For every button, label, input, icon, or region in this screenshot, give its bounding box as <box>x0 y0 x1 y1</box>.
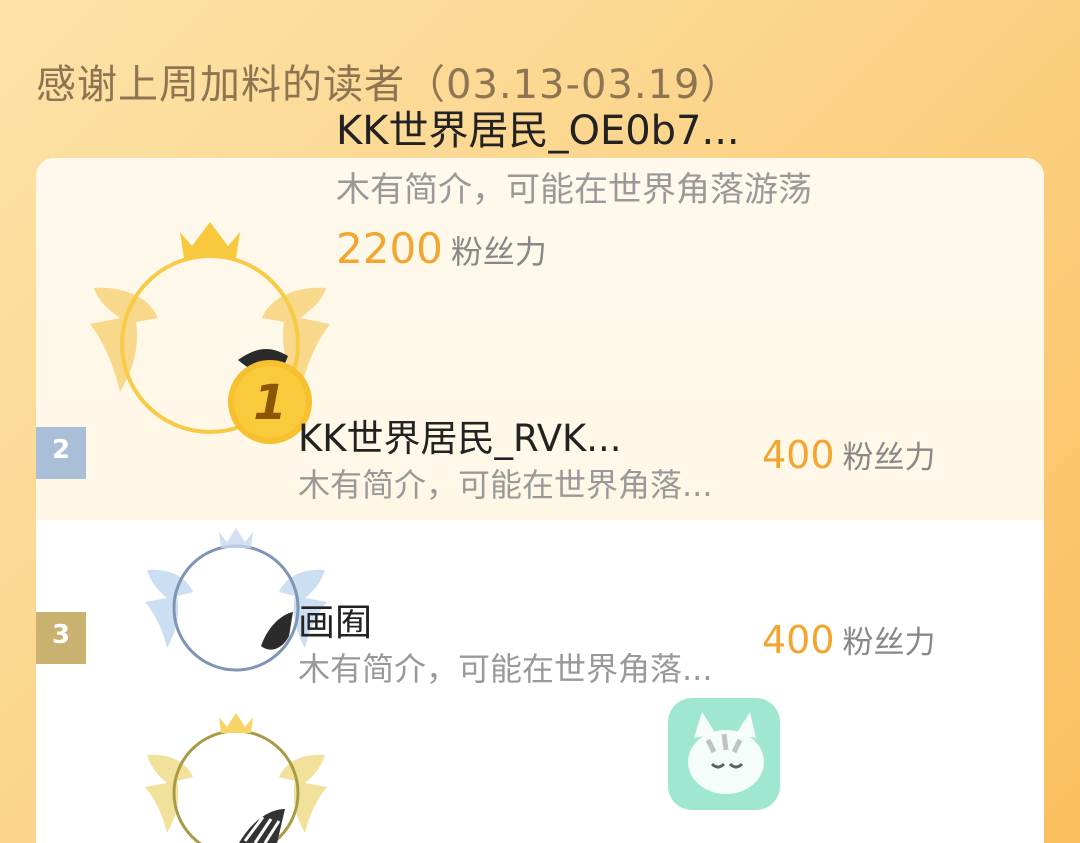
second-place-name[interactable]: KK世界居民_RVK... <box>298 408 622 462</box>
third-place-fans-value: 400 <box>762 618 835 662</box>
rank-badge-3: 3 <box>36 612 86 664</box>
second-place-fans-unit: 粉丝力 <box>842 440 936 476</box>
third-place-avatar-frame[interactable] <box>143 713 329 843</box>
first-place-fans-value: 2200 <box>336 224 443 273</box>
third-place-fans-unit: 粉丝力 <box>842 625 936 661</box>
third-place-name[interactable]: 画囿 <box>298 592 372 646</box>
watermark: 青漫APP <box>668 698 1038 818</box>
leaderboard-page: 感谢上周加料的读者（03.13-03.19） 1 KK世界居民_OE0b7...… <box>0 0 1080 843</box>
first-place-name[interactable]: KK世界居民_OE0b7... <box>336 98 740 156</box>
second-place-fans-value: 400 <box>762 433 835 477</box>
third-place-bio: 木有简介，可能在世界角落... <box>298 650 713 688</box>
bronze-crown-frame-icon <box>145 713 327 843</box>
first-place-fans: 2200 粉丝力 <box>336 224 547 273</box>
first-place-fans-unit: 粉丝力 <box>450 233 547 271</box>
second-place-bio: 木有简介，可能在世界角落... <box>298 466 713 504</box>
rank-badge-2: 2 <box>36 427 86 479</box>
rank-one-medal-text: 1 <box>253 375 286 431</box>
third-place-fans: 400 粉丝力 <box>762 617 936 662</box>
watermark-text: 青漫APP <box>796 724 1010 780</box>
cat-logo-icon <box>668 698 780 810</box>
second-place-fans: 400 粉丝力 <box>762 432 936 477</box>
first-place-bio: 木有简介，可能在世界角落游荡 <box>336 170 812 210</box>
